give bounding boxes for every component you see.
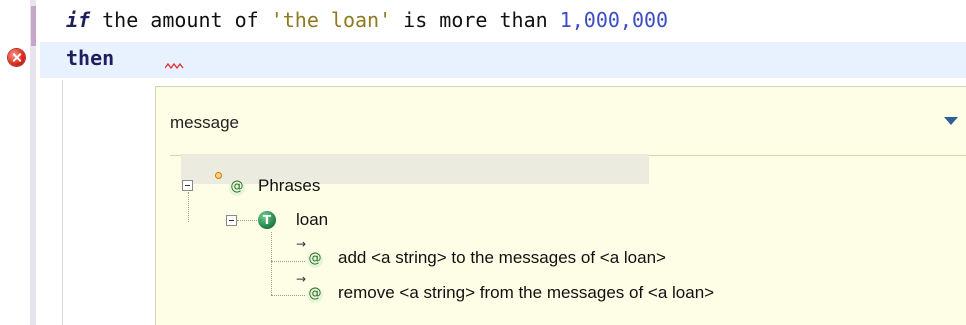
code-line-2[interactable]: then <box>66 46 114 70</box>
number-literal: 1,000,000 <box>559 8 669 32</box>
error-icon[interactable] <box>8 49 25 66</box>
arrow-icon: → <box>296 237 307 251</box>
at-icon: @ <box>307 251 323 268</box>
keyword-if: if <box>66 8 91 32</box>
code-text: is more than <box>391 8 560 32</box>
static-marker-icon <box>215 172 222 179</box>
current-line-highlight <box>40 42 966 78</box>
keyword-then: then <box>66 46 115 70</box>
type-icon: T <box>258 211 276 229</box>
collapse-toggle-icon[interactable] <box>226 215 237 226</box>
arrow-icon: → <box>296 272 307 286</box>
error-squiggle <box>165 63 184 69</box>
tree-connector <box>271 232 272 295</box>
tree-item-loan[interactable]: loan <box>296 210 328 230</box>
tree-item-add-message[interactable]: add <a string> to the messages of <a loa… <box>338 248 666 268</box>
string-literal: 'the loan' <box>270 8 392 32</box>
change-marker <box>31 6 36 46</box>
tree-item-remove-message[interactable]: remove <a string> from the messages of <… <box>338 283 714 303</box>
at-icon: @ <box>229 179 245 196</box>
tree-connector <box>271 295 305 296</box>
dropdown-arrow-icon[interactable] <box>944 117 958 125</box>
selected-row-highlight <box>181 154 649 184</box>
tree-connector <box>188 192 189 222</box>
tree-connector <box>237 220 257 221</box>
editor-left-border <box>62 80 63 325</box>
popup-header: message <box>170 113 239 132</box>
code-line-1[interactable]: if the amount of 'the loan' is more than… <box>66 8 668 32</box>
editor-gutter <box>30 0 36 325</box>
collapse-toggle-icon[interactable] <box>182 180 193 191</box>
tree-item-phrases[interactable]: Phrases <box>258 176 320 196</box>
tree-connector <box>271 261 305 262</box>
code-text: the amount of <box>90 8 271 32</box>
at-icon: @ <box>307 286 323 303</box>
